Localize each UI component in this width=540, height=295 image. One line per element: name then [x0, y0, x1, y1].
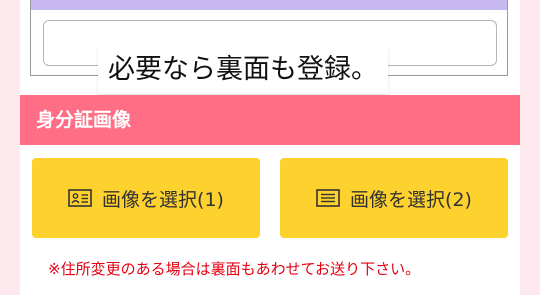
back-side-hint-caption: 必要なら裏面も登録。: [98, 46, 388, 94]
document-icon: [316, 189, 340, 207]
select-image-1-label: 画像を選択(1): [102, 188, 224, 211]
address-change-notice: ※住所変更のある場合は裏面もあわせてお送り下さい。: [48, 260, 421, 278]
select-image-1-button[interactable]: 画像を選択(1): [32, 158, 260, 238]
frame-top-band: [31, 0, 507, 10]
select-image-2-label: 画像を選択(2): [350, 188, 472, 211]
select-image-2-button[interactable]: 画像を選択(2): [280, 158, 508, 238]
id-card-icon: [68, 189, 92, 207]
section-header-id-image: 身分証画像: [20, 95, 520, 145]
